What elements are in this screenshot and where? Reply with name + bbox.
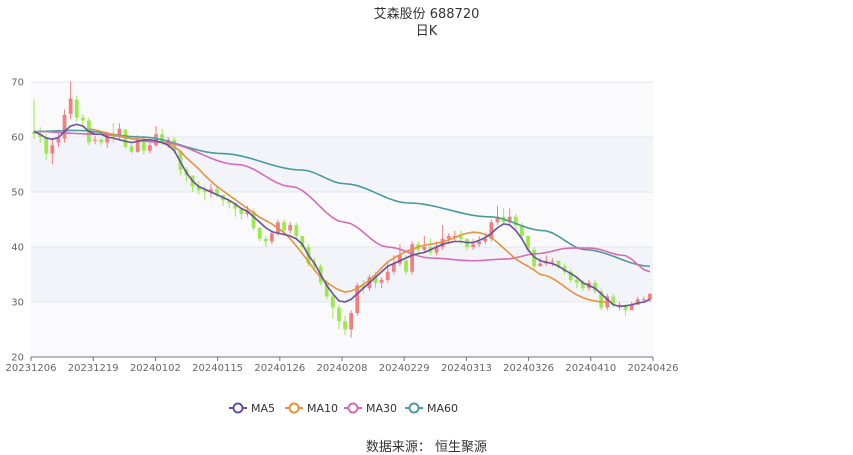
candle-body — [160, 134, 164, 143]
x-tick-label: 20231206 — [6, 363, 57, 374]
legend-label: MA5 — [251, 402, 275, 415]
candle-body — [44, 137, 49, 154]
x-tick-label: 20240208 — [317, 363, 368, 374]
legend-marker — [347, 402, 359, 414]
candle-body — [459, 236, 463, 239]
legend-label: MA30 — [366, 402, 397, 415]
candle-body — [93, 139, 97, 141]
candle-body — [483, 238, 488, 242]
candle-body — [62, 115, 67, 139]
x-tick-label: 20240229 — [379, 363, 430, 374]
candle-body — [80, 117, 85, 121]
candle-body — [282, 222, 286, 231]
candle-body — [74, 99, 79, 118]
x-tick-label: 20240126 — [254, 363, 305, 374]
candle-body — [343, 321, 347, 330]
x-tick-label: 20240326 — [503, 363, 554, 374]
y-tick-label: 20 — [11, 353, 24, 364]
legend-marker — [408, 402, 420, 414]
x-tick-label: 20240426 — [628, 363, 679, 374]
y-tick-label: 50 — [11, 188, 24, 199]
legend-marker — [288, 402, 300, 414]
data-source-label: 数据来源： 恒生聚源 — [365, 440, 488, 455]
candle-body — [550, 260, 555, 262]
candle-body — [99, 139, 104, 143]
x-tick-label: 20231219 — [68, 363, 119, 374]
y-tick-label: 70 — [11, 78, 24, 89]
candle-body — [648, 293, 652, 300]
grid-band — [31, 192, 653, 247]
x-tick-label: 20240115 — [192, 363, 243, 374]
y-tick-label: 40 — [11, 243, 24, 254]
candlestick-chart: 20 30 40 50 60 70 20231206 20231219 20240102 2024… — [6, 78, 679, 416]
x-tick-label: 20240102 — [130, 363, 181, 374]
candle-body — [471, 244, 475, 247]
candle-body — [641, 299, 646, 301]
y-tick-label: 60 — [11, 133, 24, 144]
candle-body — [446, 236, 451, 239]
y-tick-label: 30 — [11, 298, 24, 309]
candle-body — [50, 145, 55, 154]
candle-body — [477, 241, 482, 245]
candle-body — [379, 280, 384, 283]
candle-body — [349, 313, 354, 330]
candle-body — [269, 233, 274, 242]
candle-body — [337, 307, 341, 322]
candle-body — [288, 225, 293, 231]
candle-body — [129, 146, 134, 152]
candle-body — [154, 134, 158, 146]
candle-body — [56, 138, 61, 143]
candle-body — [574, 280, 579, 283]
legend-marker — [232, 402, 244, 414]
legend-label: MA10 — [307, 402, 338, 415]
grid-band — [31, 247, 653, 302]
grid-band — [31, 82, 653, 137]
candle-body — [263, 238, 268, 242]
x-tick-label: 20240313 — [441, 363, 492, 374]
grid-band — [31, 302, 653, 357]
x-tick-label: 20240410 — [565, 363, 616, 374]
candle-body — [385, 271, 390, 280]
candle-body — [422, 247, 427, 250]
candle-body — [294, 225, 299, 236]
legend-label: MA60 — [427, 402, 458, 415]
candle-body — [148, 145, 152, 151]
candle-body — [257, 227, 262, 239]
candle-body — [68, 98, 73, 114]
candle-body — [330, 296, 335, 308]
candle-body — [538, 263, 543, 267]
candle-body — [404, 260, 408, 272]
